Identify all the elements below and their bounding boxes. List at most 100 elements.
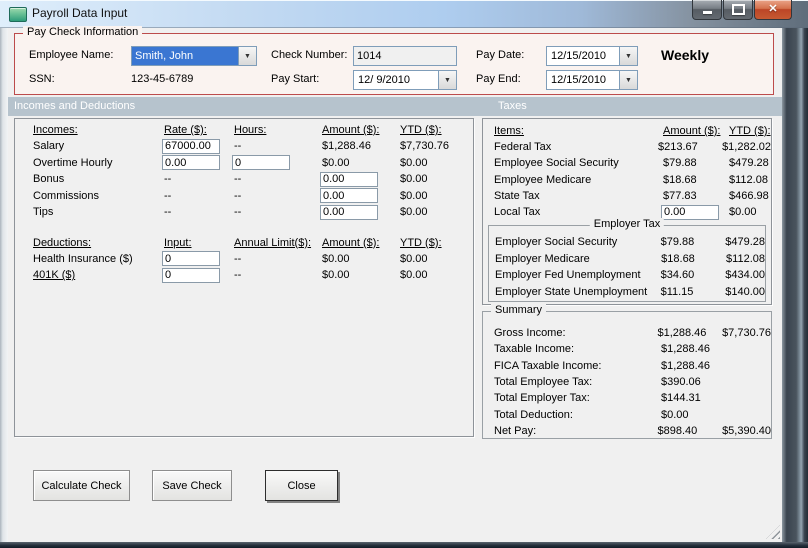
pay-start-label: Pay Start:	[271, 73, 320, 85]
tax-amount: $213.67	[658, 141, 698, 154]
income-row-bonus: Bonus -- -- $0.00	[33, 171, 473, 188]
pay-start-dropdown-button[interactable]: ▼	[438, 71, 456, 89]
employer-tax-row: Employer Social Security $79.88 $479.28	[495, 234, 765, 251]
employee-name-dropdown-button[interactable]: ▼	[238, 47, 256, 65]
tax-row-state: State Tax $77.83 $466.98	[494, 188, 771, 204]
tax-row-employee-medicare: Employee Medicare $18.68 $112.08	[494, 172, 771, 188]
summary-ytd: $5,390.40	[722, 424, 771, 437]
employer-tax-row: Employer Medicare $18.68 $112.08	[495, 251, 765, 268]
summary-groupbox: Summary Gross Income: $1,288.46 $7,730.7…	[482, 304, 772, 439]
close-button[interactable]: Close	[265, 470, 338, 501]
income-ytd: $0.00	[400, 173, 428, 186]
employer-tax-row: Employer Fed Unemployment $34.60 $434.00	[495, 267, 765, 284]
tax-ytd: $140.00	[725, 285, 765, 298]
maximize-icon	[731, 4, 745, 15]
summary-label: Total Employer Tax:	[494, 392, 590, 405]
income-label: Commissions	[33, 189, 100, 202]
401k-input[interactable]	[162, 267, 220, 283]
title-bar[interactable]: Payroll Data Input ✕	[0, 0, 808, 28]
pay-date-picker[interactable]: 12/15/2010 ▼	[546, 46, 638, 66]
summary-amount: $1,288.46	[657, 327, 707, 340]
pay-end-value: 12/15/2010	[551, 74, 607, 86]
ded-ytd-col-header: YTD ($):	[400, 236, 442, 249]
close-window-button[interactable]: ✕	[754, 0, 792, 20]
pay-frequency-label: Weekly	[661, 47, 709, 63]
tax-ytd-col-header: YTD ($):	[729, 125, 771, 137]
app-icon	[9, 7, 27, 22]
tax-amount: $77.83	[663, 190, 697, 203]
maximize-button[interactable]	[723, 0, 753, 20]
summary-amount: $1,288.46	[661, 343, 710, 356]
close-icon: ✕	[768, 3, 778, 15]
tax-row-employee-ss: Employee Social Security $79.88 $479.28	[494, 155, 771, 171]
income-hours: --	[234, 206, 242, 219]
window-frame-bottom	[0, 542, 808, 548]
pay-end-dropdown-button[interactable]: ▼	[619, 71, 637, 89]
paycheck-info-legend: Pay Check Information	[23, 26, 143, 38]
tax-row-federal: Federal Tax $213.67 $1,282.02	[494, 139, 771, 155]
health-insurance-input[interactable]	[162, 251, 220, 267]
tax-ytd: $479.28	[729, 157, 769, 170]
rate-col-header: Rate ($):	[164, 124, 207, 136]
salary-rate-input[interactable]	[162, 138, 220, 154]
pay-date-dropdown-button[interactable]: ▼	[619, 47, 637, 65]
employee-name-value: Smith, John	[135, 50, 194, 62]
summary-amount: $144.31	[661, 392, 701, 405]
calculate-check-button[interactable]: Calculate Check	[33, 470, 130, 501]
minimize-button[interactable]	[692, 0, 722, 20]
tax-label: State Tax	[494, 190, 540, 203]
deduction-401k-link[interactable]: 401K ($)	[33, 269, 164, 281]
summary-row-employer-tax: Total Employer Tax: $144.31	[494, 390, 771, 406]
annual-limit-col-header: Annual Limit($):	[234, 236, 312, 249]
income-label: Bonus	[33, 173, 65, 186]
summary-ytd: $7,730.76	[722, 327, 771, 340]
ssn-label: SSN:	[29, 73, 55, 85]
taxes-section-header: Taxes	[498, 100, 527, 112]
overtime-hours-input[interactable]	[232, 155, 290, 171]
summary-title: Summary	[491, 304, 547, 316]
summary-row-fica: FICA Taxable Income: $1,288.46	[494, 358, 771, 374]
incomes-deductions-panel: Incomes: Rate ($): Hours: Amount ($): YT…	[14, 118, 474, 437]
tax-amount: $11.15	[660, 285, 694, 298]
summary-label: Total Employee Tax:	[494, 376, 593, 389]
employee-name-label: Employee Name:	[29, 49, 114, 61]
deduction-amount: $0.00	[322, 252, 350, 265]
bonus-amount-input[interactable]	[320, 171, 378, 187]
summary-label: Total Deduction:	[494, 408, 573, 421]
resize-grip[interactable]	[766, 525, 780, 539]
summary-row-taxable: Taxable Income: $1,288.46	[494, 341, 771, 357]
overtime-rate-input[interactable]	[162, 155, 220, 171]
pay-start-picker[interactable]: 12/ 9/2010 ▼	[353, 70, 457, 90]
tax-amount: $34.60	[660, 269, 695, 282]
tax-amount: $18.68	[663, 173, 697, 186]
summary-label: Gross Income:	[494, 327, 566, 340]
check-number-field[interactable]	[353, 46, 457, 66]
employee-name-combobox[interactable]: Smith, John ▼	[131, 46, 257, 66]
save-check-button[interactable]: Save Check	[152, 470, 232, 501]
chevron-down-icon: ▼	[244, 52, 251, 60]
section-header-bar: Incomes and Deductions Taxes	[8, 97, 782, 116]
tax-ytd: $479.28	[725, 236, 765, 249]
income-ytd: $7,730.76	[400, 140, 449, 153]
local-tax-input[interactable]	[661, 204, 719, 220]
client-area: Pay Check Information Employee Name: Smi…	[8, 26, 782, 542]
summary-row-gross: Gross Income: $1,288.46 $7,730.76	[494, 325, 771, 341]
chevron-down-icon: ▼	[625, 52, 632, 60]
chevron-down-icon: ▼	[444, 76, 451, 84]
commissions-amount-input[interactable]	[320, 188, 378, 204]
income-rate: --	[164, 173, 172, 186]
tax-ytd: $1,282.02	[722, 141, 771, 154]
deduction-row-401k: 401K ($) -- $0.00 $0.00	[33, 267, 473, 284]
tax-label: Employer Medicare	[495, 252, 590, 265]
paycheck-info-groupbox: Pay Check Information Employee Name: Smi…	[14, 26, 774, 95]
income-label: Overtime Hourly	[33, 156, 113, 169]
tax-label: Employee Medicare	[494, 173, 592, 186]
amount-col-header: Amount ($):	[322, 124, 380, 136]
tips-amount-input[interactable]	[320, 204, 378, 220]
pay-end-picker[interactable]: 12/15/2010 ▼	[546, 70, 638, 90]
summary-amount: $1,288.46	[661, 359, 710, 372]
chevron-down-icon: ▼	[625, 76, 632, 84]
window-controls: ✕	[692, 0, 792, 20]
pay-date-value: 12/15/2010	[551, 50, 607, 62]
check-number-label: Check Number:	[271, 49, 348, 61]
